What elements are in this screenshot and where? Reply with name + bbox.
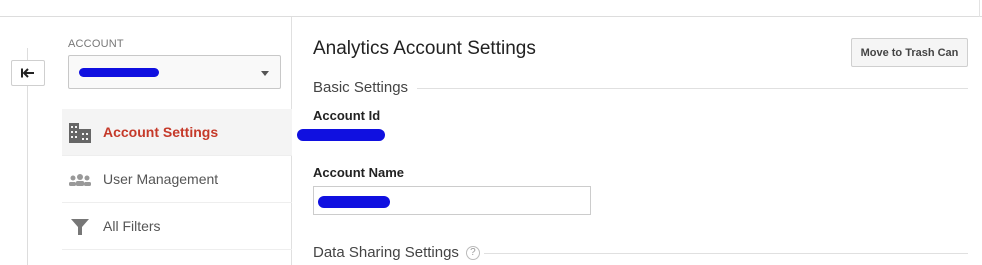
sidebar-item-user-management[interactable]: User Management: [62, 156, 292, 203]
sidebar-item-label: Account Settings: [103, 124, 219, 140]
sidebar-item-all-filters[interactable]: All Filters: [62, 203, 292, 250]
account-label: ACCOUNT: [68, 38, 124, 50]
sidebar: ACCOUNT Account Settings User Management…: [62, 17, 292, 265]
back-arrow-icon: [21, 68, 34, 78]
data-sharing-heading: Data Sharing Settings ?: [313, 244, 480, 261]
redacted-account-name: [79, 68, 159, 77]
main-panel: Analytics Account Settings Move to Trash…: [297, 17, 973, 265]
account-select[interactable]: [68, 55, 281, 89]
account-name-label: Account Name: [313, 165, 405, 180]
top-border: [0, 0, 982, 17]
sidebar-item-label: All Filters: [103, 218, 161, 234]
redacted-account-name-field: [318, 196, 390, 208]
back-button[interactable]: [11, 60, 45, 86]
sidebar-item-account-settings[interactable]: Account Settings: [62, 109, 292, 156]
redacted-account-id: [297, 129, 385, 141]
help-icon[interactable]: ?: [465, 245, 480, 260]
sidebar-item-label: User Management: [103, 171, 219, 187]
building-icon: [69, 123, 91, 143]
chevron-down-icon: [261, 71, 269, 76]
section-divider: [484, 253, 968, 254]
filter-icon: [71, 219, 89, 235]
basic-settings-heading: Basic Settings: [313, 79, 409, 96]
data-sharing-heading-label: Data Sharing Settings: [313, 244, 459, 261]
section-divider: [417, 88, 968, 89]
page-title: Analytics Account Settings: [313, 38, 536, 59]
account-name-input[interactable]: [313, 186, 591, 215]
top-divider-tick: [979, 0, 980, 17]
move-to-trash-button[interactable]: Move to Trash Can: [851, 38, 968, 67]
users-icon: [69, 174, 91, 186]
account-id-label: Account Id: [313, 108, 381, 123]
